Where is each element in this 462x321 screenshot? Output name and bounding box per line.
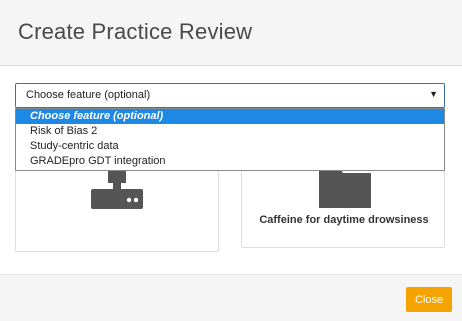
feature-select-value: Choose feature (optional) [26, 89, 151, 101]
dialog-title: Create Practice Review [18, 19, 253, 44]
card-label: Caffeine for daytime drowsiness [259, 214, 429, 226]
create-practice-review-dialog: Create Practice Review Caffeine for dayt… [0, 0, 462, 321]
dialog-header: Create Practice Review [0, 0, 462, 66]
option-gradepro-gdt-integration[interactable]: GRADEpro GDT integration [16, 154, 444, 169]
close-button[interactable]: Close [406, 287, 452, 312]
chevron-down-icon: ▼ [429, 89, 438, 99]
feature-dropdown-list: Choose feature (optional) Risk of Bias 2… [15, 108, 445, 171]
option-study-centric-data[interactable]: Study-centric data [16, 139, 444, 154]
server-icon [91, 169, 143, 209]
option-choose-feature[interactable]: Choose feature (optional) [16, 109, 444, 124]
option-risk-of-bias-2[interactable]: Risk of Bias 2 [16, 124, 444, 139]
feature-select[interactable]: Choose feature (optional) ▼ [15, 83, 445, 108]
dialog-footer [0, 274, 462, 321]
